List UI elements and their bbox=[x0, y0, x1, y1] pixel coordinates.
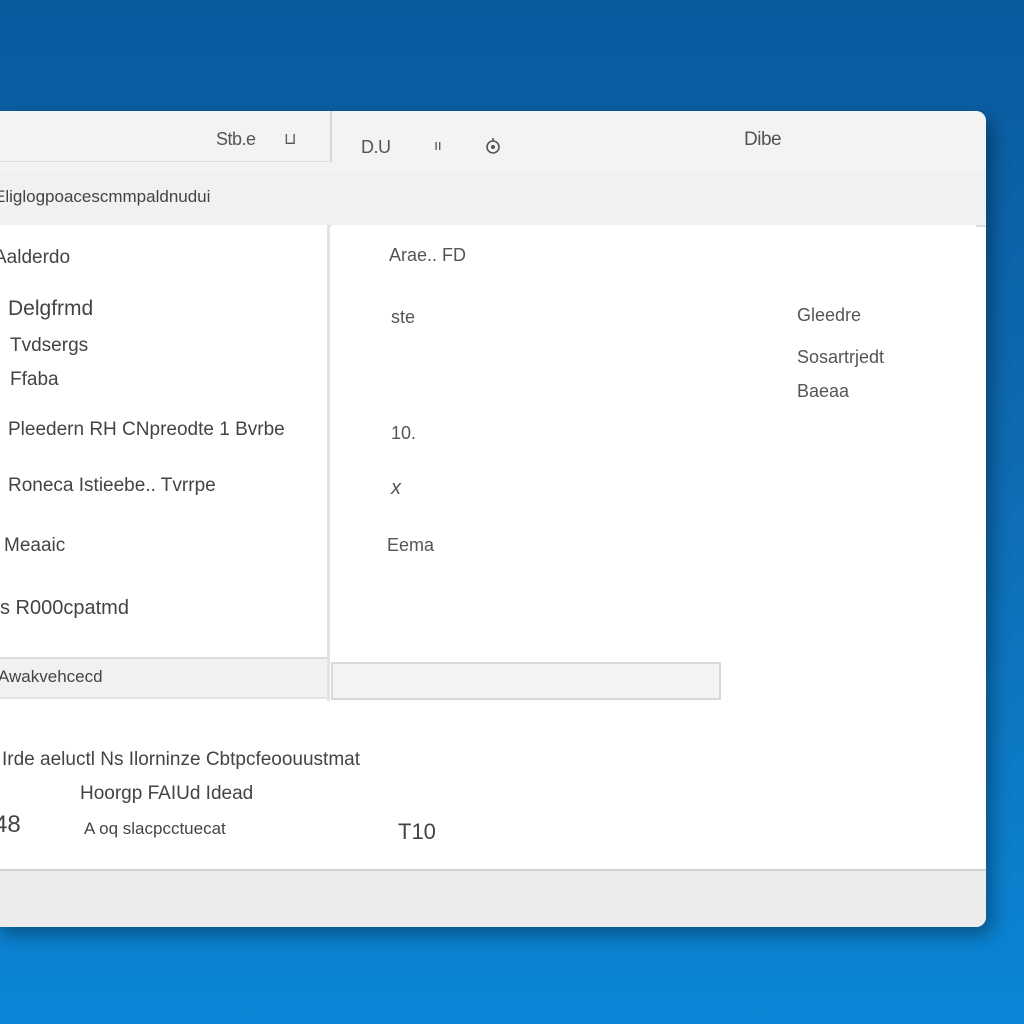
toolbar-label: D.U bbox=[361, 137, 391, 157]
app-window: Stb.e ⊔ D.U ıı Dibe Eliglogpoacescmmpald… bbox=[0, 111, 986, 927]
details-area: Irde aeluctl Ns Ilorninze Cbtpcfeoouustm… bbox=[0, 711, 986, 871]
gear-icon[interactable] bbox=[484, 137, 502, 160]
detail-label: Baeaa bbox=[797, 381, 850, 401]
sidebar-footer[interactable]: Awakvehcecd bbox=[0, 657, 327, 699]
toolbar-icon[interactable]: ıı bbox=[434, 137, 442, 154]
content-row-label: Eema bbox=[387, 535, 435, 555]
address-text: Eliglogpoacescmmpaldnudui bbox=[0, 187, 211, 206]
details-value: 48 bbox=[0, 811, 21, 838]
content-row-label: 10. bbox=[391, 423, 417, 443]
window-title: Dibe bbox=[744, 129, 782, 150]
left-pane-title: Stb.e bbox=[216, 129, 256, 149]
details-line: Hoorgp FAIUd Idead bbox=[80, 783, 254, 804]
sidebar-header: Aalderdo bbox=[0, 247, 71, 268]
detail-label: Sosartrjedt bbox=[797, 347, 885, 367]
sidebar-item[interactable]: Delgfrmd bbox=[8, 297, 93, 321]
sidebar-footer-label: Awakvehcecd bbox=[0, 667, 103, 686]
sidebar-item[interactable]: Roneca Istieebe.. Tvrrpe bbox=[8, 475, 216, 497]
content-pane: Arae.. FD ste 10. x Eema Gleedre Sosartr… bbox=[331, 225, 976, 665]
details-line: Irde aeluctl Ns Ilorninze Cbtpcfeoouustm… bbox=[2, 749, 361, 770]
sidebar-item[interactable]: Meaaic bbox=[4, 535, 65, 557]
detail-label: Gleedre bbox=[797, 305, 862, 325]
sidebar: Aalderdo Delgfrmd Tvdsergs Ffaba Pleeder… bbox=[0, 225, 330, 701]
title-bar: Stb.e ⊔ D.U ıı Dibe bbox=[0, 111, 986, 174]
title-bar-left-pane: Stb.e ⊔ bbox=[0, 111, 332, 162]
sidebar-item[interactable]: s R000cpatmd bbox=[0, 597, 129, 620]
details-value: T10 bbox=[398, 819, 436, 844]
sidebar-item[interactable]: Tvdsergs bbox=[10, 335, 88, 357]
content-header: Arae.. FD bbox=[389, 245, 467, 265]
details-line: A oq slacpcctuecat bbox=[84, 819, 226, 838]
pane-toggle-icon[interactable]: ⊔ bbox=[284, 129, 296, 149]
content-row-label: ste bbox=[391, 307, 416, 327]
sidebar-item[interactable]: Ffaba bbox=[10, 369, 59, 391]
close-icon[interactable]: x bbox=[391, 477, 401, 500]
status-bar bbox=[0, 869, 986, 927]
content-footer bbox=[331, 662, 721, 700]
address-bar[interactable]: Eliglogpoacescmmpaldnudui bbox=[0, 173, 986, 227]
sidebar-item[interactable]: Pleedern RH CNpreodte 1 Bvrbe bbox=[8, 419, 285, 441]
